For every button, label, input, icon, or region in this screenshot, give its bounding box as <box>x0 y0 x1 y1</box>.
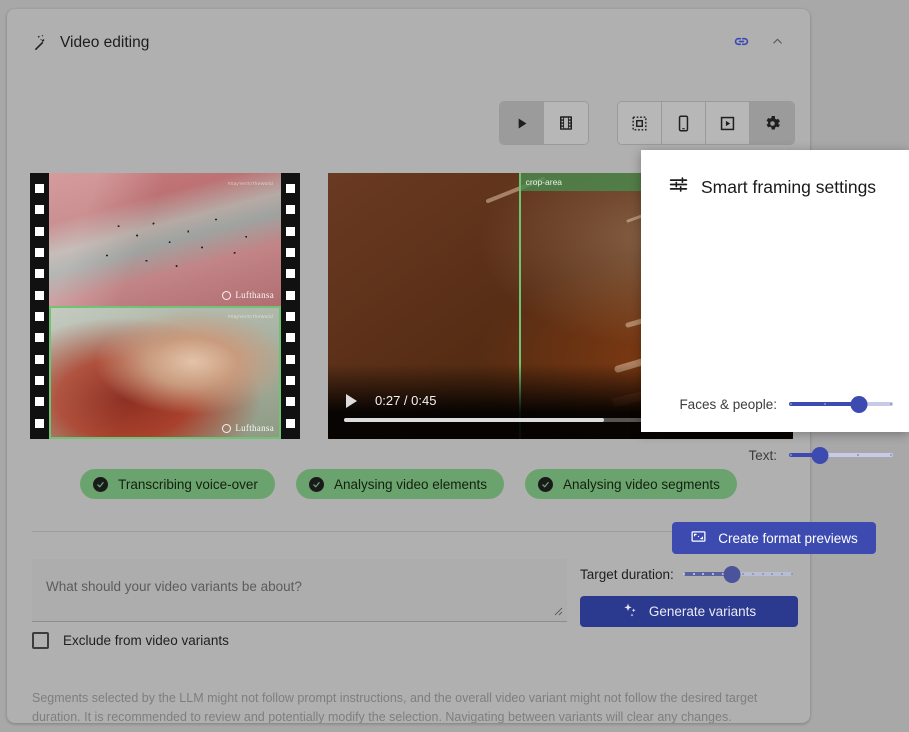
faces-and-people-row: Faces & people: <box>679 395 893 413</box>
create-format-previews-button[interactable]: Create format previews <box>672 522 876 554</box>
target-duration-control: Target duration: <box>580 565 793 583</box>
text-label: Text: <box>748 447 777 463</box>
smartphone-icon[interactable] <box>662 102 706 144</box>
link-icon[interactable] <box>730 30 752 52</box>
prompt-field-wrapper <box>32 559 567 622</box>
popup-title-text: Smart framing settings <box>701 176 877 197</box>
thumbnail-watermark: Lufthansa <box>222 423 274 433</box>
generate-variants-label: Generate variants <box>648 604 757 619</box>
filmstrip-perforation-right <box>281 173 300 439</box>
target-duration-slider[interactable] <box>682 565 793 583</box>
player-timestamp: 0:27 / 0:45 <box>375 393 437 408</box>
status-badge[interactable]: Analysing video elements <box>295 469 505 499</box>
format-toggle-group <box>617 101 795 145</box>
filmstrip-thumbnail[interactable]: #SayYesToTheWorld Lufthansa <box>49 173 281 306</box>
text-slider[interactable] <box>789 446 893 464</box>
lufthansa-crane-icon <box>222 290 232 300</box>
card-header: Video editing <box>7 9 810 64</box>
smart-framing-settings-popup: Smart framing settings Faces & people: T… <box>641 150 909 554</box>
exclude-checkbox-label: Exclude from video variants <box>63 633 229 648</box>
tune-icon <box>668 174 689 200</box>
crop-select-icon[interactable] <box>618 102 662 144</box>
faces-and-people-slider[interactable] <box>789 395 893 413</box>
prompt-input[interactable] <box>32 559 567 622</box>
play-view-button[interactable] <box>500 102 544 144</box>
checkbox-box[interactable] <box>32 632 49 649</box>
sparkles-icon <box>622 602 638 621</box>
faces-and-people-label: Faces & people: <box>679 396 777 412</box>
magic-wand-icon <box>32 33 51 52</box>
status-badge-label: Analysing video elements <box>333 476 488 492</box>
check-circle-icon <box>93 476 109 492</box>
play-icon[interactable] <box>346 393 357 408</box>
page-title: Video editing <box>32 33 149 52</box>
target-duration-label: Target duration: <box>580 566 674 582</box>
exclude-from-variants-checkbox[interactable]: Exclude from video variants <box>32 632 229 649</box>
thumbnail-top-watermark: #SayYesToTheWorld <box>227 314 273 319</box>
popup-title: Smart framing settings <box>668 174 876 200</box>
status-badge-label: Transcribing voice-over <box>118 476 258 492</box>
lufthansa-crane-icon <box>222 423 232 433</box>
create-format-previews-label: Create format previews <box>718 530 858 546</box>
chevron-up-icon[interactable] <box>766 30 788 52</box>
thumbnail-watermark: Lufthansa <box>222 290 274 300</box>
status-chips: Transcribing voice-over Analysing video … <box>7 469 810 499</box>
status-badge-label: Analysing video segments <box>563 476 720 492</box>
filmstrip: #SayYesToTheWorld Lufthansa #SayYesToThe… <box>30 173 300 439</box>
page-title-text: Video editing <box>60 33 150 51</box>
thumbnail-top-watermark: #SayYesToTheWorld <box>227 181 273 186</box>
view-toolbars <box>7 101 810 145</box>
filmstrip-thumbnail[interactable]: #SayYesToTheWorld Lufthansa <box>49 306 281 439</box>
check-circle-icon <box>308 476 324 492</box>
status-badge[interactable]: Analysing video segments <box>525 469 737 499</box>
header-actions <box>730 30 788 52</box>
aspect-ratio-icon <box>690 528 707 548</box>
gear-icon[interactable] <box>750 102 794 144</box>
check-circle-icon <box>538 476 554 492</box>
status-badge[interactable]: Transcribing voice-over <box>80 469 275 499</box>
text-row: Text: <box>748 446 893 464</box>
video-box-icon[interactable] <box>706 102 750 144</box>
variants-form: Exclude from video variants Target durat… <box>32 559 798 659</box>
filmstrip-perforation-left <box>30 173 49 439</box>
playback-toggle-group <box>499 101 589 145</box>
filmstrip-view-button[interactable] <box>544 102 588 144</box>
generate-variants-button[interactable]: Generate variants <box>580 596 798 627</box>
disclaimer-text: Segments selected by the LLM might not f… <box>32 691 758 723</box>
